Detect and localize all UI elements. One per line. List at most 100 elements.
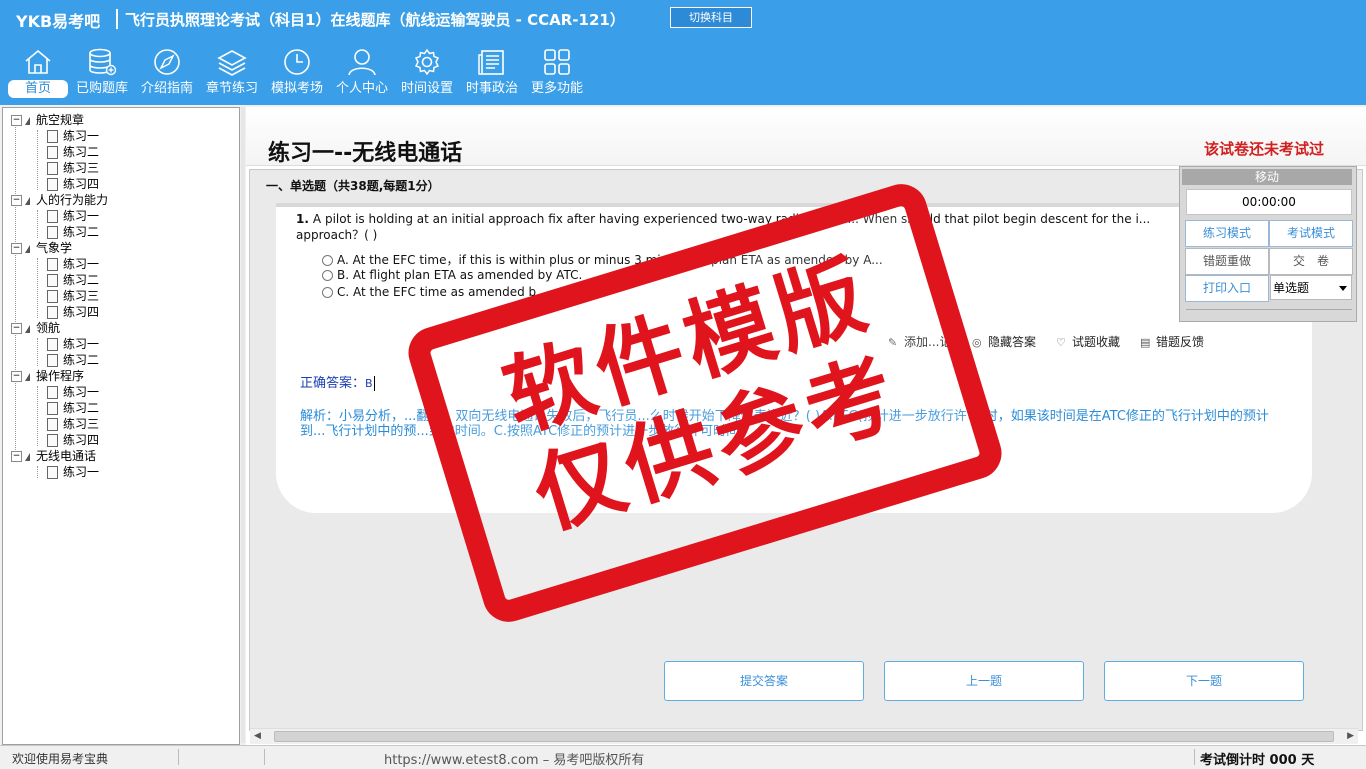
tree-item[interactable]: 练习四	[47, 432, 99, 448]
nav-label: 首页	[8, 80, 68, 98]
radio-button[interactable]	[322, 270, 333, 281]
tree-item[interactable]: 练习四	[47, 304, 99, 320]
switch-subject-button[interactable]: 切换科目	[670, 7, 752, 28]
collapse-icon[interactable]: −	[11, 195, 22, 206]
document-icon	[47, 402, 58, 415]
collapse-icon[interactable]: −	[11, 371, 22, 382]
tree-item[interactable]: 练习一	[47, 128, 99, 144]
tool-label: 错题反馈	[1156, 335, 1205, 349]
print-button[interactable]: 打印入口	[1185, 275, 1269, 302]
tree-chapter[interactable]: − 航空规章	[11, 112, 84, 128]
tree-splitter[interactable]	[241, 107, 245, 743]
tree-item[interactable]: 练习三	[47, 288, 99, 304]
tree-item-label: 练习三	[63, 289, 100, 303]
clipboard-icon: ▤	[1140, 336, 1151, 349]
tree-item-label: 练习一	[63, 385, 100, 399]
nav-chapter-practice[interactable]: 章节练习	[200, 48, 264, 104]
tree-item[interactable]: 练习三	[47, 416, 99, 432]
tree-item-label: 练习三	[63, 161, 100, 175]
scroll-left-icon[interactable]: ◀	[254, 731, 261, 741]
option-text: At flight plan ETA as amended by ATC.	[352, 268, 583, 282]
tree-item[interactable]: 练习二	[47, 272, 99, 288]
radio-button[interactable]	[322, 255, 333, 266]
nav-time-settings[interactable]: 时间设置	[395, 48, 459, 104]
layers-icon	[217, 50, 247, 76]
tree-chapter-label: 气象学	[36, 241, 73, 255]
tree-line	[37, 386, 38, 446]
nav-current-affairs[interactable]: 时事政治	[460, 48, 524, 104]
tree-chapter[interactable]: − 人的行为能力	[11, 192, 108, 208]
tree-item[interactable]: 练习一	[47, 384, 99, 400]
tree-chapter[interactable]: − 无线电通话	[11, 448, 96, 464]
favorite-button[interactable]: ♡ 试题收藏	[1056, 333, 1120, 350]
tree-item-label: 练习二	[63, 225, 100, 239]
collapse-icon[interactable]: −	[11, 451, 22, 462]
user-icon	[348, 49, 376, 76]
hide-answer-button[interactable]: ◎ 隐藏答案	[972, 333, 1036, 350]
horizontal-scrollbar[interactable]: ◀ ▶	[250, 728, 1358, 744]
next-question-button[interactable]: 下一题	[1104, 661, 1304, 701]
home-icon	[25, 49, 51, 74]
nav-purchased[interactable]: 已购题库	[70, 48, 134, 104]
question-type-select[interactable]: 单选题	[1270, 275, 1352, 300]
report-error-button[interactable]: ▤ 错题反馈	[1140, 333, 1204, 350]
redo-wrong-button[interactable]: 错题重做	[1185, 248, 1269, 275]
tree-item[interactable]: 练习二	[47, 400, 99, 416]
tool-label: 隐藏答案	[988, 335, 1037, 349]
scroll-right-icon[interactable]: ▶	[1347, 731, 1354, 741]
status-bar: 欢迎使用易考宝典 https://www.etest8.com – 易考吧版权所…	[0, 745, 1366, 769]
radio-button[interactable]	[322, 287, 333, 298]
tree-chapter-label: 操作程序	[36, 369, 85, 383]
panel-resize-bar[interactable]	[1186, 309, 1352, 316]
tree-chapter[interactable]: − 领航	[11, 320, 60, 336]
exam-mode-button[interactable]: 考试模式	[1269, 220, 1353, 247]
collapse-icon[interactable]: −	[11, 115, 22, 126]
tree-item[interactable]: 练习一	[47, 336, 99, 352]
option-key: A.	[337, 253, 349, 267]
collapse-icon[interactable]: −	[11, 243, 22, 254]
nav-guide[interactable]: 介绍指南	[135, 48, 199, 104]
hand-in-button[interactable]: 交 卷	[1269, 248, 1353, 275]
nav-more[interactable]: 更多功能	[525, 48, 589, 104]
tree-chapter[interactable]: − 操作程序	[11, 368, 84, 384]
tree-item-label: 练习二	[63, 353, 100, 367]
nav-home[interactable]: 首页	[6, 48, 70, 104]
exam-timer: 00:00:00	[1186, 189, 1352, 215]
prev-question-button[interactable]: 上一题	[884, 661, 1084, 701]
tree-item[interactable]: 练习一	[47, 256, 99, 272]
status-divider	[1194, 749, 1195, 765]
exam-status-text: 该试卷还未考试过	[1203, 140, 1324, 158]
document-icon	[47, 178, 58, 191]
folder-icon	[25, 452, 30, 461]
document-icon	[47, 274, 58, 287]
document-icon	[47, 434, 58, 447]
document-icon	[47, 130, 58, 143]
nav-personal-center[interactable]: 个人中心	[330, 48, 394, 104]
document-icon	[47, 146, 58, 159]
tree-item[interactable]: 练习三	[47, 160, 99, 176]
tree-item[interactable]: 练习一	[47, 208, 99, 224]
tree-item-selected[interactable]: 练习一	[47, 464, 99, 480]
tree-item[interactable]: 练习二	[47, 224, 99, 240]
answer-value: B	[365, 377, 373, 390]
nav-mock-exam[interactable]: 模拟考场	[265, 48, 329, 104]
tree-item-label: 练习四	[63, 433, 100, 447]
submit-answer-button[interactable]: 提交答案	[664, 661, 864, 701]
scrollbar-thumb[interactable]	[274, 731, 1334, 742]
option-c[interactable]: C. At the EFC time as amended b...	[322, 285, 548, 299]
collapse-icon[interactable]: −	[11, 323, 22, 334]
header-divider	[116, 9, 118, 29]
tree-item[interactable]: 练习二	[47, 144, 99, 160]
nav-label: 章节练习	[205, 81, 258, 96]
tree-item[interactable]: 练习二	[47, 352, 99, 368]
app-logo: YKB易考吧	[16, 12, 101, 31]
tree-chapter[interactable]: − 气象学	[11, 240, 72, 256]
practice-mode-button[interactable]: 练习模式	[1185, 220, 1269, 247]
option-b[interactable]: B. At flight plan ETA as amended by ATC.	[322, 268, 582, 282]
panel-move-handle[interactable]: 移动	[1182, 169, 1352, 185]
document-icon	[47, 162, 58, 175]
document-icon	[47, 290, 58, 303]
tree-item[interactable]: 练习四	[47, 176, 99, 192]
option-text: At the EFC time as amended b...	[353, 285, 548, 299]
folder-icon	[25, 372, 30, 381]
